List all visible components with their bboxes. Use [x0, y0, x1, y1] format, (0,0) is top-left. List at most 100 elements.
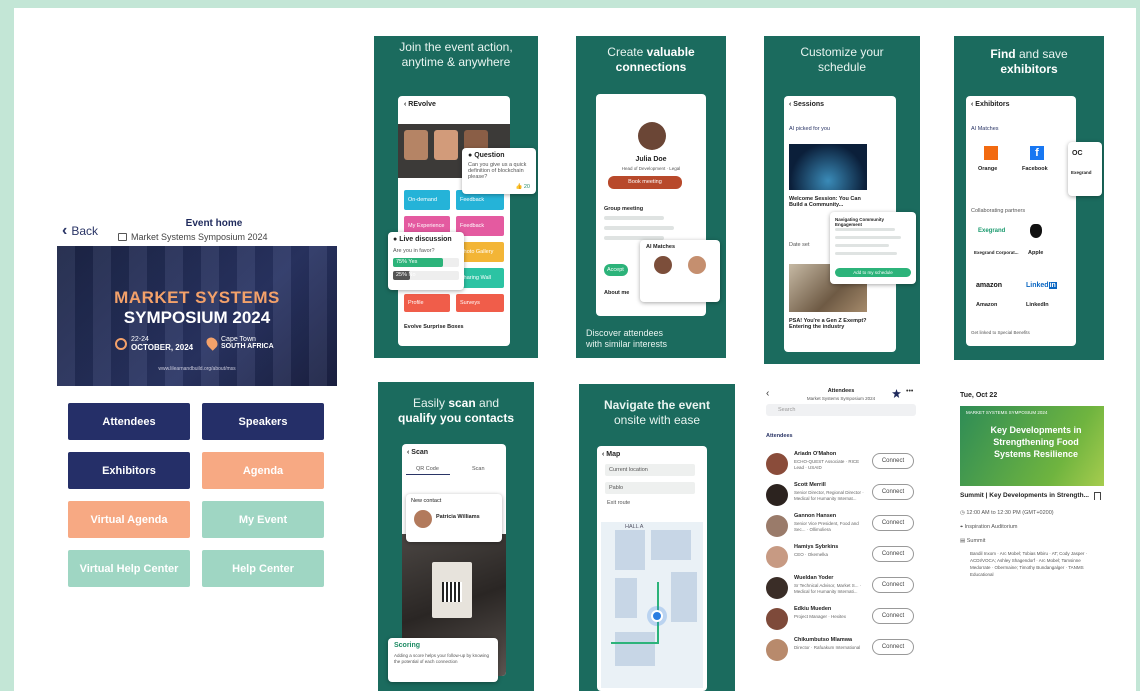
attendee-name: Ariadn O'Mahon	[794, 451, 837, 457]
live-title: ● Live discussion	[393, 236, 452, 243]
tab-qr-code[interactable]: QR Code	[416, 466, 439, 472]
connect-footer-l2: with similar interests	[586, 339, 668, 349]
map-search-input[interactable]: Current location	[605, 464, 695, 476]
help-center-button[interactable]: Help Center	[202, 550, 324, 587]
avatar	[766, 577, 788, 599]
accept-button[interactable]: Accept	[604, 264, 628, 276]
table-row[interactable]: Scott Merrill Senior Director, Regional …	[766, 482, 926, 512]
table-row[interactable]: Chikumbutso Mlamwa Director · Rafuakum I…	[766, 637, 926, 667]
table-row[interactable]: Gannon Hansen Senior Vice President, Foo…	[766, 513, 926, 543]
poll-option-no[interactable]: 25% No	[393, 271, 459, 280]
qr-code-icon	[442, 582, 462, 602]
book-meeting-button[interactable]: Book meeting	[608, 176, 682, 189]
video-participant-1	[404, 130, 428, 160]
partner-4-name: LinkedIn	[1026, 302, 1049, 308]
question-text: Can you give us a quick definition of bl…	[468, 162, 527, 180]
add-to-schedule-button[interactable]: Add to my schedule	[835, 268, 911, 277]
tile-surveys[interactable]: Surveys	[456, 294, 504, 312]
session-1-title: Welcome Session: You Can Build a Communi…	[789, 196, 861, 208]
tile-profile[interactable]: Profile	[404, 294, 450, 312]
tab-underline	[406, 474, 450, 475]
orange-logo-icon	[984, 146, 998, 160]
tile-on-demand-label: On-demand	[408, 197, 438, 203]
partner-2-name: Apple	[1028, 250, 1044, 256]
facebook-logo-icon: f	[1030, 146, 1044, 160]
speakers-button[interactable]: Speakers	[202, 403, 324, 440]
tile-on-demand[interactable]: On-demand	[404, 190, 450, 210]
tab-scan[interactable]: Scan	[472, 466, 485, 472]
meeting-detail-1	[604, 216, 664, 220]
table-row[interactable]: Ariadn O'Mahon ECHO-QUEST Associate · RI…	[766, 451, 926, 481]
join-footer: Evolve Surprise Boxes	[404, 324, 464, 330]
map-search-text: Current location	[609, 467, 648, 473]
connect-button[interactable]: Connect	[872, 484, 914, 500]
banner-location: Cape Town SOUTH AFRICA	[204, 335, 274, 351]
panel-join-heading: Join the event action, anytime & anywher…	[374, 40, 538, 70]
agenda-location: ⌖ Inspiration Auditorium	[960, 524, 1018, 530]
connect-button[interactable]: Connect	[872, 546, 914, 562]
event-banner: MARKET SYSTEMS SYMPOSIUM 2024 22-24 OCTOB…	[57, 246, 337, 386]
poll-option-yes[interactable]: 75% Yes	[393, 258, 459, 267]
agenda-time-text: 12:00 AM to 12:30 PM	[966, 510, 1021, 516]
back-button[interactable]: ‹ Back	[62, 222, 98, 240]
exhibitors-button[interactable]: Exhibitors	[68, 452, 190, 489]
attendee-role: Director · Rafuakum International	[794, 645, 861, 650]
my-event-button[interactable]: My Event	[202, 501, 324, 538]
exhibitors-title: ‹ Exhibitors	[971, 101, 1010, 108]
attendee-role: CEO · Okemelka	[794, 552, 829, 557]
floor-map[interactable]: HALL A	[601, 522, 703, 688]
location-pin-icon	[204, 335, 220, 351]
book-meeting-label: Book meeting	[628, 179, 662, 185]
panel-scan-heading: Easily scan and qualify you contacts	[378, 396, 534, 426]
back-label: Back	[71, 224, 99, 238]
banner-date-text: OCTOBER, 2024	[131, 343, 194, 352]
question-card: ● Question Can you give us a quick defin…	[462, 148, 536, 194]
table-row[interactable]: Wueldan Yoder Sr Technical Advisor, Mark…	[766, 575, 926, 605]
exhibitors-footer: Get linked to Special Benefits	[971, 330, 1030, 335]
virtual-help-center-button[interactable]: Virtual Help Center	[68, 550, 190, 587]
exhibitor-ai-matches-label: AI Matches	[971, 126, 999, 132]
table-row[interactable]: Edkiu Mueden Project Manager · Hexitex C…	[766, 606, 926, 636]
panel-schedule-heading: Customize your schedule	[764, 45, 920, 75]
agenda-item-title: Summit | Key Developments in Strength...	[960, 492, 1089, 499]
attendees-button[interactable]: Attendees	[68, 403, 190, 440]
more-icon[interactable]: •••	[906, 388, 913, 395]
bookmark-icon[interactable]	[1094, 492, 1101, 500]
video-participant-2	[434, 130, 458, 160]
virtual-agenda-button[interactable]: Virtual Agenda	[68, 501, 190, 538]
exhibitor-3-card[interactable]: OC Exegrand	[1068, 142, 1102, 196]
banner-title-line1: MARKET SYSTEMS	[114, 288, 280, 307]
ring-icon	[115, 338, 127, 350]
panel-scan: Easily scan and qualify you contacts ‹ S…	[378, 382, 534, 691]
connect-button[interactable]: Connect	[872, 608, 914, 624]
ai-matches-card: AI Matches	[640, 240, 720, 302]
map-filter-input[interactable]: Pablo	[605, 482, 695, 494]
connect-button[interactable]: Connect	[872, 453, 914, 469]
connect-button[interactable]: Connect	[872, 515, 914, 531]
contact-name: Patricia Williams	[436, 514, 480, 520]
sessions-title: ‹ Sessions	[789, 101, 825, 108]
table-row[interactable]: Hamiys Sybrkins CEO · Okemelka Connect	[766, 544, 926, 574]
sessions-title-text: Sessions	[793, 101, 825, 108]
map-block-4	[671, 572, 697, 622]
scan-title: ‹ Scan	[407, 449, 429, 456]
exit-route-label: Exit route	[607, 500, 631, 506]
map-filter-text: Pablo	[609, 485, 624, 491]
date-set-label: Date set	[789, 242, 810, 248]
map-block-5	[615, 632, 655, 666]
current-location-icon	[651, 610, 663, 622]
agenda-track-text: Summit	[966, 538, 986, 544]
agenda-time: ◷ 12:00 AM to 12:30 PM (GMT+0200)	[960, 510, 1054, 516]
panel-join-heading-l2: anytime & anywhere	[401, 55, 511, 69]
attendees-search-input[interactable]: Search	[766, 404, 916, 416]
badge-card	[432, 562, 472, 618]
partners-label: Collaborating partners	[971, 208, 1026, 214]
panel-connect-footer: Discover attendees with similar interest…	[586, 328, 667, 350]
connect-button[interactable]: Connect	[872, 577, 914, 593]
tile-feedback-2-label: Feedback	[460, 223, 485, 229]
connect-button[interactable]: Connect	[872, 639, 914, 655]
route-line-horizontal	[611, 642, 659, 644]
agenda-button[interactable]: Agenda	[202, 452, 324, 489]
agenda-track: ▤ Summit	[960, 538, 986, 544]
map-title: ‹ Map	[602, 451, 621, 458]
